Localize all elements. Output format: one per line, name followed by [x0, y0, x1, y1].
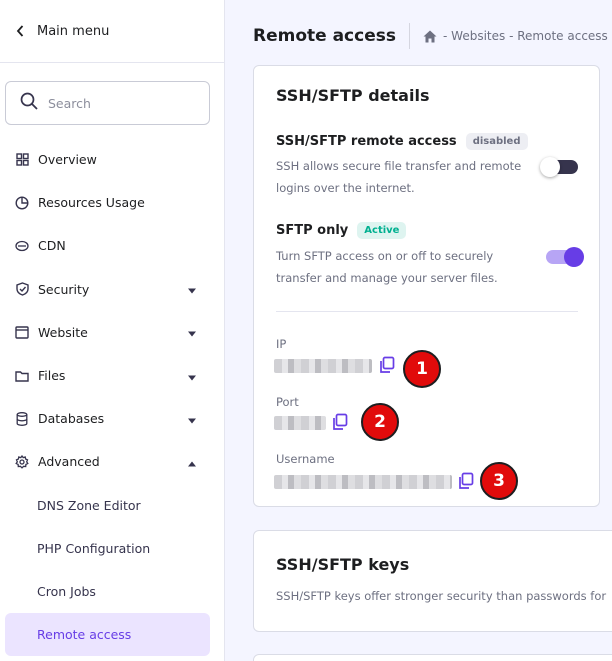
page-header: Remote access - Websites - Remote access [253, 22, 608, 50]
sidebar-item-resources-usage[interactable]: Resources Usage [0, 181, 224, 224]
annotation-marker-2: 2 [361, 403, 399, 441]
sidebar-item-website[interactable]: Website [0, 311, 224, 354]
username-value-redacted [274, 475, 452, 489]
sidebar-item-label: Website [38, 324, 88, 340]
search-icon [20, 92, 38, 114]
ip-label: IP [276, 337, 287, 351]
main-menu-label: Main menu [37, 23, 110, 39]
status-badge-active: Active [357, 222, 407, 239]
sftp-only-title: SFTP only [276, 223, 349, 238]
search-input[interactable]: Search [5, 81, 210, 125]
sidebar-item-databases[interactable]: Databases [0, 397, 224, 440]
sidebar-item-label: Advanced [38, 454, 100, 470]
sidebar-item-cron-jobs[interactable]: Cron Jobs [0, 570, 224, 613]
sidebar-item-label: Resources Usage [38, 195, 145, 211]
browser-icon [14, 324, 30, 340]
copy-icon[interactable] [331, 413, 349, 431]
ssh-keys-title: SSH/SFTP keys [276, 555, 410, 574]
breadcrumb: - Websites - Remote access [423, 29, 608, 43]
status-badge-disabled: disabled [465, 133, 528, 150]
sftp-only-toggle[interactable] [546, 247, 584, 267]
sidebar-item-security[interactable]: Security [0, 268, 224, 311]
ssh-details-card: SSH/SFTP details SSH/SFTP remote access … [253, 65, 600, 507]
ip-value-redacted [274, 359, 372, 373]
breadcrumb-remote-access: Remote access [517, 29, 608, 43]
sidebar-item-label: Files [38, 368, 66, 384]
sidebar-item-cdn[interactable]: CDN [0, 224, 224, 267]
remote-access-toggle[interactable] [540, 157, 578, 177]
sidebar-item-label: Security [38, 281, 90, 297]
caret-down-icon [188, 368, 196, 383]
toggle-knob [564, 247, 584, 267]
caret-down-icon [188, 411, 196, 426]
sidebar-item-label: DNS Zone Editor [37, 497, 141, 513]
sidebar-item-label: CDN [38, 238, 66, 254]
sidebar-item-remote-access[interactable]: Remote access [5, 613, 210, 657]
sidebar-item-dns-zone-editor[interactable]: DNS Zone Editor [0, 484, 224, 527]
sidebar-item-php-configuration[interactable]: PHP Configuration [0, 527, 224, 570]
remote-access-heading: SSH/SFTP remote access disabled [276, 133, 528, 150]
folder-icon [14, 368, 30, 384]
cdn-icon [14, 238, 30, 254]
caret-down-icon [188, 325, 196, 340]
annotation-marker-1: 1 [403, 350, 441, 388]
section-divider [276, 311, 578, 312]
pie-chart-icon [14, 195, 30, 211]
sidebar-item-label: Databases [38, 411, 105, 427]
database-icon [14, 411, 30, 427]
annotation-marker-3: 3 [480, 462, 518, 500]
sidebar-item-label: Remote access [37, 627, 132, 643]
grid-icon [14, 152, 30, 168]
sidebar-item-overview[interactable]: Overview [0, 138, 224, 181]
next-card [253, 654, 612, 661]
sidebar-item-files[interactable]: Files [0, 354, 224, 397]
ssh-keys-description: SSH/SFTP keys offer stronger security th… [276, 589, 607, 603]
caret-down-icon [188, 282, 196, 297]
port-value-redacted [274, 416, 326, 430]
breadcrumb-websites[interactable]: Websites [451, 29, 505, 43]
ssh-details-title: SSH/SFTP details [276, 86, 430, 105]
copy-icon[interactable] [457, 472, 475, 490]
copy-icon[interactable] [378, 356, 396, 374]
toggle-knob [540, 157, 560, 177]
username-label: Username [276, 452, 335, 466]
sidebar: Main menu Search Overview Resources Usag… [0, 0, 225, 661]
shield-icon [14, 281, 30, 297]
remote-access-title: SSH/SFTP remote access [276, 134, 457, 149]
sftp-only-description: Turn SFTP access on or off to securely t… [276, 249, 498, 285]
search-placeholder: Search [48, 95, 91, 111]
ssh-keys-card: SSH/SFTP keys SSH/SFTP keys offer strong… [253, 530, 612, 632]
main-menu-button[interactable]: Main menu [0, 0, 224, 63]
sftp-only-heading: SFTP only Active [276, 222, 407, 239]
sidebar-nav: Overview Resources Usage CDN Security We… [0, 138, 224, 657]
caret-up-icon [188, 454, 196, 469]
gear-icon [14, 454, 30, 470]
sidebar-item-label: Cron Jobs [37, 583, 96, 599]
remote-access-description: SSH allows secure file transfer and remo… [276, 159, 522, 195]
home-icon[interactable] [423, 30, 437, 43]
breadcrumb-separator: - [509, 29, 514, 43]
port-label: Port [276, 395, 299, 409]
sidebar-item-advanced[interactable]: Advanced [0, 440, 224, 483]
breadcrumb-separator: - [442, 29, 448, 43]
sidebar-item-label: PHP Configuration [37, 540, 151, 556]
sidebar-item-label: Overview [38, 152, 97, 168]
page-title: Remote access [253, 26, 396, 46]
chevron-left-icon [16, 25, 26, 37]
header-divider [408, 23, 410, 49]
